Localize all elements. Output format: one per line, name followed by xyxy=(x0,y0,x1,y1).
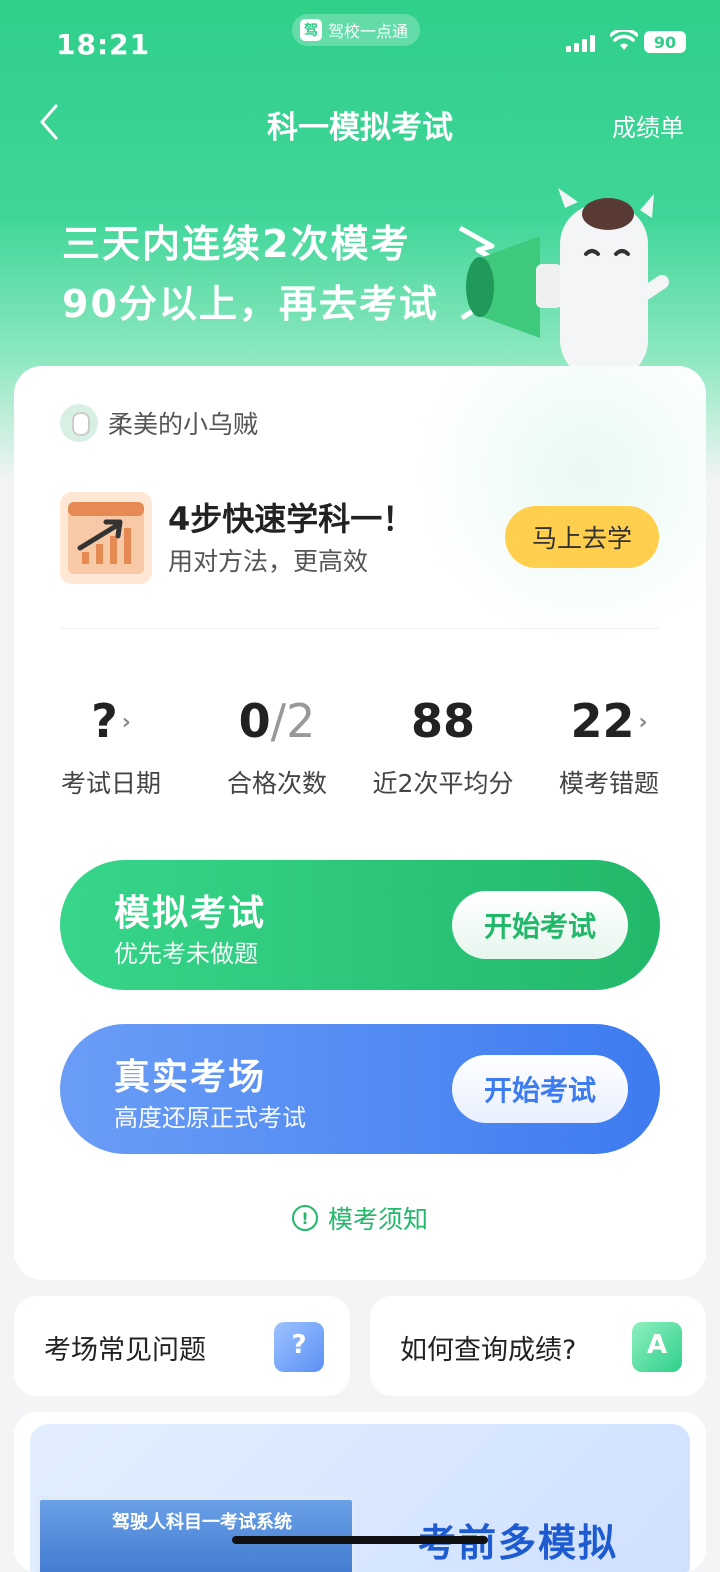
hero-headline: 三天内连续2次模考 90分以上，再去考试 xyxy=(62,214,439,334)
mock-exam-start-button[interactable]: 开始考试 xyxy=(452,891,628,959)
username: 柔美的小乌贼 xyxy=(108,410,259,439)
user-row[interactable]: 柔美的小乌贼 xyxy=(60,404,258,442)
score-report-link[interactable]: 成绩单 xyxy=(612,108,684,143)
divider xyxy=(60,628,660,629)
faq-check-score[interactable]: 如何查询成绩? A xyxy=(370,1296,706,1396)
stat-average-score: 88 近2次平均分 xyxy=(360,692,526,802)
hero-line-2: 90分以上，再去考试 xyxy=(62,282,439,326)
promo-title: 4步快速学科一！ xyxy=(168,500,415,538)
main-card: 柔美的小乌贼 4步快速学科一！ 用对方法，更高效 马上去学 ? › 考试日期 0/… xyxy=(14,366,706,1280)
question-icon: ? xyxy=(274,1322,324,1372)
stat-value: 22 › xyxy=(570,694,648,748)
app-logo-icon: 驾 xyxy=(300,19,322,41)
stat-label: 近2次平均分 xyxy=(372,769,514,798)
wifi-icon xyxy=(610,30,638,50)
stat-exam-date[interactable]: ? › 考试日期 xyxy=(28,692,194,802)
app-name: 驾校一点通 xyxy=(328,22,409,41)
stat-value: 0/2 xyxy=(238,694,316,748)
banner-screen-text: 驾驶人科目一考试系统 xyxy=(112,1512,292,1533)
real-exam-card[interactable]: 真实考场 高度还原正式考试 开始考试 xyxy=(60,1024,660,1154)
home-indicator[interactable] xyxy=(232,1536,488,1544)
status-bar: 18:21 驾 驾校一点通 90 xyxy=(0,0,720,88)
hero-line-1: 三天内连续2次模考 xyxy=(62,222,411,266)
mock-exam-subtitle: 优先考未做题 xyxy=(114,940,258,968)
battery-icon: 90 xyxy=(644,31,686,53)
faq-label: 考场常见问题 xyxy=(44,1335,206,1366)
mascot-megaphone-illustration xyxy=(458,188,669,378)
chevron-right-icon: › xyxy=(121,710,131,735)
mock-exam-title: 模拟考试 xyxy=(114,893,267,934)
nav-bar: 科一模拟考试 成绩单 xyxy=(0,92,720,152)
exam-notice-label: 模考须知 xyxy=(327,1205,428,1234)
stats-row: ? › 考试日期 0/2 合格次数 88 近2次平均分 22 › 模考错题 xyxy=(28,692,692,802)
real-exam-start-button[interactable]: 开始考试 xyxy=(452,1055,628,1123)
study-promo[interactable]: 4步快速学科一！ 用对方法，更高效 马上去学 xyxy=(60,490,680,586)
mock-exam-card[interactable]: 模拟考试 优先考未做题 开始考试 xyxy=(60,860,660,990)
signal-icon xyxy=(566,34,595,52)
growth-chart-icon xyxy=(60,492,152,584)
chevron-right-icon: › xyxy=(638,710,648,735)
faq-label: 如何查询成绩? xyxy=(400,1335,577,1366)
promo-subtitle: 用对方法，更高效 xyxy=(168,547,369,576)
faq-exam-questions[interactable]: 考场常见问题 ? xyxy=(14,1296,350,1396)
score-query-icon: A xyxy=(632,1322,682,1372)
stat-label: 合格次数 xyxy=(226,769,327,798)
stat-pass-count: 0/2 合格次数 xyxy=(194,692,360,802)
avatar xyxy=(60,404,98,442)
stat-label: 考试日期 xyxy=(60,769,161,798)
start-learning-button[interactable]: 马上去学 xyxy=(505,506,659,568)
real-exam-subtitle: 高度还原正式考试 xyxy=(114,1104,306,1132)
stat-value: 88 xyxy=(410,694,475,748)
stat-wrong-questions[interactable]: 22 › 模考错题 xyxy=(526,692,692,802)
app-indicator-pill[interactable]: 驾 驾校一点通 xyxy=(292,14,421,46)
real-exam-title: 真实考场 xyxy=(114,1057,267,1098)
stat-value: ? › xyxy=(91,694,131,748)
promo-banner[interactable]: 驾驶人科目一考试系统 考前多模拟 xyxy=(14,1412,706,1572)
info-icon: ! xyxy=(291,1205,318,1231)
stat-label: 模考错题 xyxy=(558,769,659,798)
status-time: 18:21 xyxy=(56,28,151,61)
exam-notice-link[interactable]: ! 模考须知 xyxy=(14,1200,706,1236)
